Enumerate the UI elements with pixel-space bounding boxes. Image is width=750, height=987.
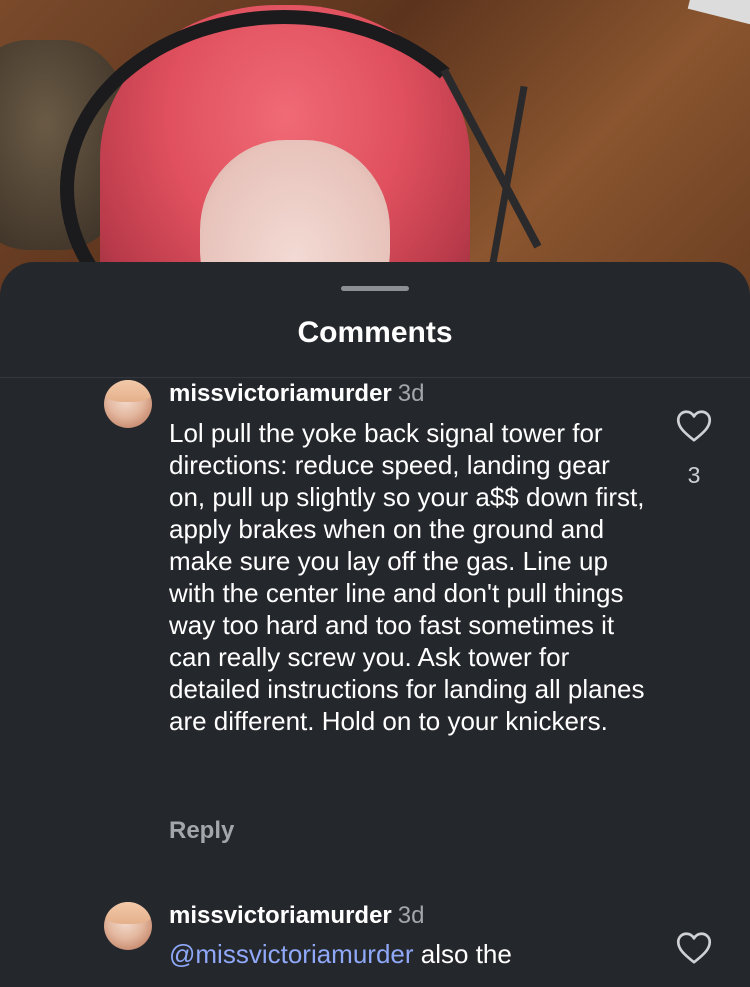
avatar[interactable]: [104, 380, 152, 428]
reply-button[interactable]: Reply: [169, 817, 234, 845]
video-background: [0, 0, 750, 300]
heart-outline-icon[interactable]: [676, 409, 712, 443]
comment-text: Lol pull the yoke back signal tower for …: [169, 418, 645, 736]
comment-username[interactable]: missvictoriamurder 3d: [169, 380, 424, 408]
username-text[interactable]: missvictoriamurder: [169, 902, 392, 929]
comment-time: 3d: [397, 380, 425, 407]
comments-sheet: Comments missvictoriamurder 3d Lol pull t…: [0, 262, 750, 987]
mention-link[interactable]: @missvictoriamurder: [169, 939, 414, 969]
username-text[interactable]: missvictoriamurder: [169, 380, 392, 407]
like-count: 3: [687, 462, 701, 488]
heart-outline-icon[interactable]: [676, 931, 712, 965]
avatar-hair: [104, 902, 152, 924]
comments-title: Comments: [297, 316, 453, 349]
headset: [60, 10, 508, 300]
avatar-hair: [104, 380, 152, 402]
background-object: [687, 0, 750, 31]
comment-username[interactable]: missvictoriamurder 3d: [169, 902, 424, 930]
comment-text-part: also the: [413, 939, 512, 969]
comment-text: @missvictoriamurder also the: [169, 938, 649, 970]
comment-time: 3d: [397, 902, 425, 929]
header-divider: [0, 377, 750, 378]
sheet-grabber[interactable]: [341, 286, 409, 291]
avatar[interactable]: [104, 902, 152, 950]
